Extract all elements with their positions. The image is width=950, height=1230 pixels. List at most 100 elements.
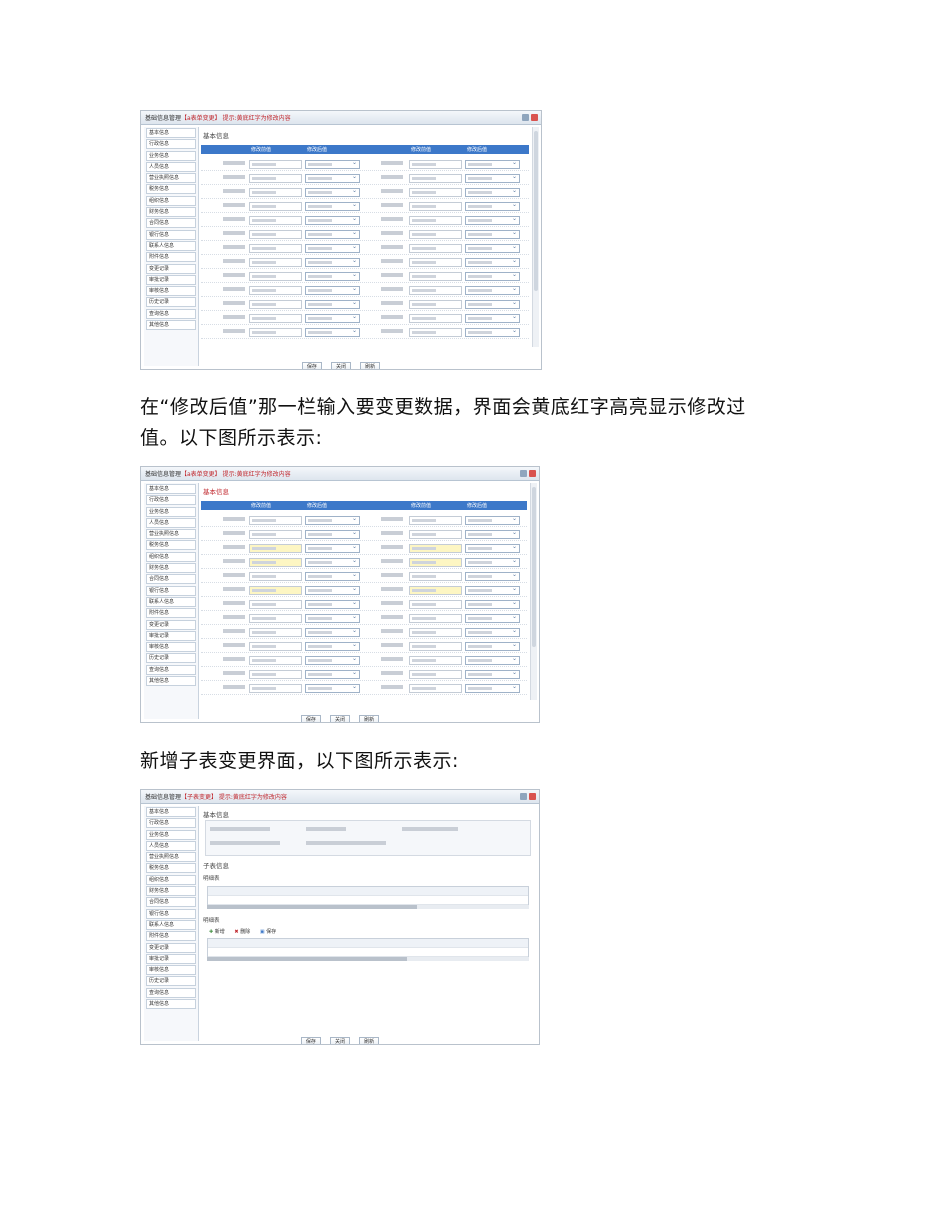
chevron-down-icon[interactable]: ⌄ bbox=[352, 613, 357, 620]
after-value-input[interactable]: ⌄ bbox=[465, 313, 520, 323]
sidebar-item[interactable]: 银行信息 bbox=[146, 585, 196, 596]
sidebar-item[interactable]: 审批记录 bbox=[146, 953, 196, 964]
chevron-down-icon[interactable]: ⌄ bbox=[512, 215, 517, 222]
chevron-down-icon[interactable]: ⌄ bbox=[512, 655, 517, 662]
after-value-input[interactable]: ⌄ bbox=[305, 515, 360, 525]
after-value-input[interactable]: ⌄ bbox=[305, 215, 360, 225]
chevron-down-icon[interactable]: ⌄ bbox=[512, 187, 517, 194]
sidebar-item[interactable]: 审核信息 bbox=[146, 642, 196, 653]
sidebar-item[interactable]: 税务信息 bbox=[146, 184, 196, 195]
chevron-down-icon[interactable]: ⌄ bbox=[352, 641, 357, 648]
after-value-input[interactable]: ⌄ bbox=[305, 299, 360, 309]
chevron-down-icon[interactable]: ⌄ bbox=[352, 271, 357, 278]
chevron-down-icon[interactable]: ⌄ bbox=[512, 285, 517, 292]
after-value-input[interactable]: ⌄ bbox=[305, 313, 360, 323]
chevron-down-icon[interactable]: ⌄ bbox=[352, 655, 357, 662]
sidebar-item[interactable]: 基本信息 bbox=[146, 484, 196, 494]
after-value-input[interactable]: ⌄ bbox=[305, 669, 360, 679]
after-value-input[interactable]: ⌄ bbox=[305, 529, 360, 539]
sidebar-item[interactable]: 基本信息 bbox=[146, 807, 196, 817]
vertical-scrollbar[interactable] bbox=[530, 483, 537, 700]
save-button[interactable]: 保存 bbox=[300, 715, 321, 722]
after-value-input[interactable]: ⌄ bbox=[305, 585, 360, 595]
sidebar-item[interactable]: 组织信息 bbox=[146, 195, 196, 206]
chevron-down-icon[interactable]: ⌄ bbox=[512, 299, 517, 306]
after-value-input[interactable]: ⌄ bbox=[465, 627, 520, 637]
after-value-input[interactable]: ⌄ bbox=[305, 543, 360, 553]
chevron-down-icon[interactable]: ⌄ bbox=[352, 187, 357, 194]
horizontal-scrollbar[interactable] bbox=[207, 957, 529, 961]
sidebar-item[interactable]: 联系人信息 bbox=[146, 919, 196, 930]
after-value-input[interactable]: ⌄ bbox=[305, 173, 360, 183]
after-value-input[interactable]: ⌄ bbox=[465, 229, 520, 239]
add-icon[interactable]: ✚ bbox=[209, 929, 213, 935]
after-value-input[interactable]: ⌄ bbox=[465, 327, 520, 337]
after-value-input[interactable]: ⌄ bbox=[465, 201, 520, 211]
sidebar-item[interactable]: 业务信息 bbox=[146, 506, 196, 517]
chevron-down-icon[interactable]: ⌄ bbox=[352, 243, 357, 250]
sidebar-item[interactable]: 审批记录 bbox=[146, 274, 196, 285]
save-button[interactable]: 保存 bbox=[301, 362, 322, 369]
after-value-input[interactable]: ⌄ bbox=[465, 515, 520, 525]
after-value-input[interactable]: ⌄ bbox=[465, 585, 520, 595]
save-button[interactable]: 保存 bbox=[300, 1037, 321, 1044]
after-value-input[interactable]: ⌄ bbox=[465, 299, 520, 309]
scroll-thumb[interactable] bbox=[532, 487, 536, 647]
chevron-down-icon[interactable]: ⌄ bbox=[352, 585, 357, 592]
sidebar-item[interactable]: 组织信息 bbox=[146, 874, 196, 885]
sidebar-item[interactable]: 附件信息 bbox=[146, 252, 196, 263]
refresh-button[interactable]: 刷新 bbox=[360, 362, 381, 369]
after-value-input[interactable]: ⌄ bbox=[305, 613, 360, 623]
sidebar-item[interactable]: 审批记录 bbox=[146, 630, 196, 641]
chevron-down-icon[interactable]: ⌄ bbox=[512, 599, 517, 606]
sidebar-item[interactable]: 人员信息 bbox=[146, 840, 196, 851]
sidebar-item[interactable]: 银行信息 bbox=[146, 908, 196, 919]
sidebar-item[interactable]: 审核信息 bbox=[146, 286, 196, 297]
sidebar-item[interactable]: 财务信息 bbox=[146, 207, 196, 218]
chevron-down-icon[interactable]: ⌄ bbox=[352, 683, 357, 690]
sidebar-item[interactable]: 合同信息 bbox=[146, 897, 196, 908]
chevron-down-icon[interactable]: ⌄ bbox=[512, 557, 517, 564]
after-value-input[interactable]: ⌄ bbox=[305, 641, 360, 651]
sidebar-item[interactable]: 银行信息 bbox=[146, 229, 196, 240]
restore-icon[interactable] bbox=[520, 793, 527, 800]
chevron-down-icon[interactable]: ⌄ bbox=[512, 201, 517, 208]
restore-icon[interactable] bbox=[522, 114, 529, 121]
sidebar-item[interactable]: 人员信息 bbox=[146, 161, 196, 172]
after-value-input[interactable]: ⌄ bbox=[305, 557, 360, 567]
sidebar-item[interactable]: 税务信息 bbox=[146, 863, 196, 874]
close-button[interactable]: 关闭 bbox=[329, 1037, 350, 1044]
chevron-down-icon[interactable]: ⌄ bbox=[352, 173, 357, 180]
hscroll-thumb[interactable] bbox=[207, 905, 417, 909]
chevron-down-icon[interactable]: ⌄ bbox=[512, 327, 517, 334]
after-value-input[interactable]: ⌄ bbox=[465, 159, 520, 169]
sidebar-item[interactable]: 营业执照信息 bbox=[146, 852, 196, 863]
close-icon[interactable] bbox=[529, 470, 536, 477]
after-value-input[interactable]: ⌄ bbox=[465, 669, 520, 679]
chevron-down-icon[interactable]: ⌄ bbox=[352, 159, 357, 166]
add-button[interactable]: 新增 bbox=[215, 929, 225, 935]
refresh-button[interactable]: 刷新 bbox=[359, 1037, 380, 1044]
scroll-thumb[interactable] bbox=[534, 131, 538, 291]
chevron-down-icon[interactable]: ⌄ bbox=[512, 571, 517, 578]
after-value-input[interactable]: ⌄ bbox=[305, 285, 360, 295]
vertical-scrollbar[interactable] bbox=[532, 127, 539, 347]
sidebar-item[interactable]: 营业执照信息 bbox=[146, 529, 196, 540]
after-value-input[interactable]: ⌄ bbox=[305, 683, 360, 693]
chevron-down-icon[interactable]: ⌄ bbox=[512, 669, 517, 676]
after-value-input[interactable]: ⌄ bbox=[305, 571, 360, 581]
sidebar-item[interactable]: 业务信息 bbox=[146, 150, 196, 161]
after-value-input[interactable]: ⌄ bbox=[305, 327, 360, 337]
sidebar-item[interactable]: 变更记录 bbox=[146, 263, 196, 274]
sidebar-item[interactable]: 其他信息 bbox=[146, 676, 196, 687]
after-value-input[interactable]: ⌄ bbox=[305, 243, 360, 253]
chevron-down-icon[interactable]: ⌄ bbox=[512, 313, 517, 320]
delete-icon[interactable]: ✖ bbox=[234, 929, 238, 935]
chevron-down-icon[interactable]: ⌄ bbox=[352, 557, 357, 564]
after-value-input[interactable]: ⌄ bbox=[465, 599, 520, 609]
chevron-down-icon[interactable]: ⌄ bbox=[512, 515, 517, 522]
sidebar-item[interactable]: 变更记录 bbox=[146, 942, 196, 953]
chevron-down-icon[interactable]: ⌄ bbox=[512, 173, 517, 180]
after-value-input[interactable]: ⌄ bbox=[305, 187, 360, 197]
sidebar-item[interactable]: 历史记录 bbox=[146, 653, 196, 664]
